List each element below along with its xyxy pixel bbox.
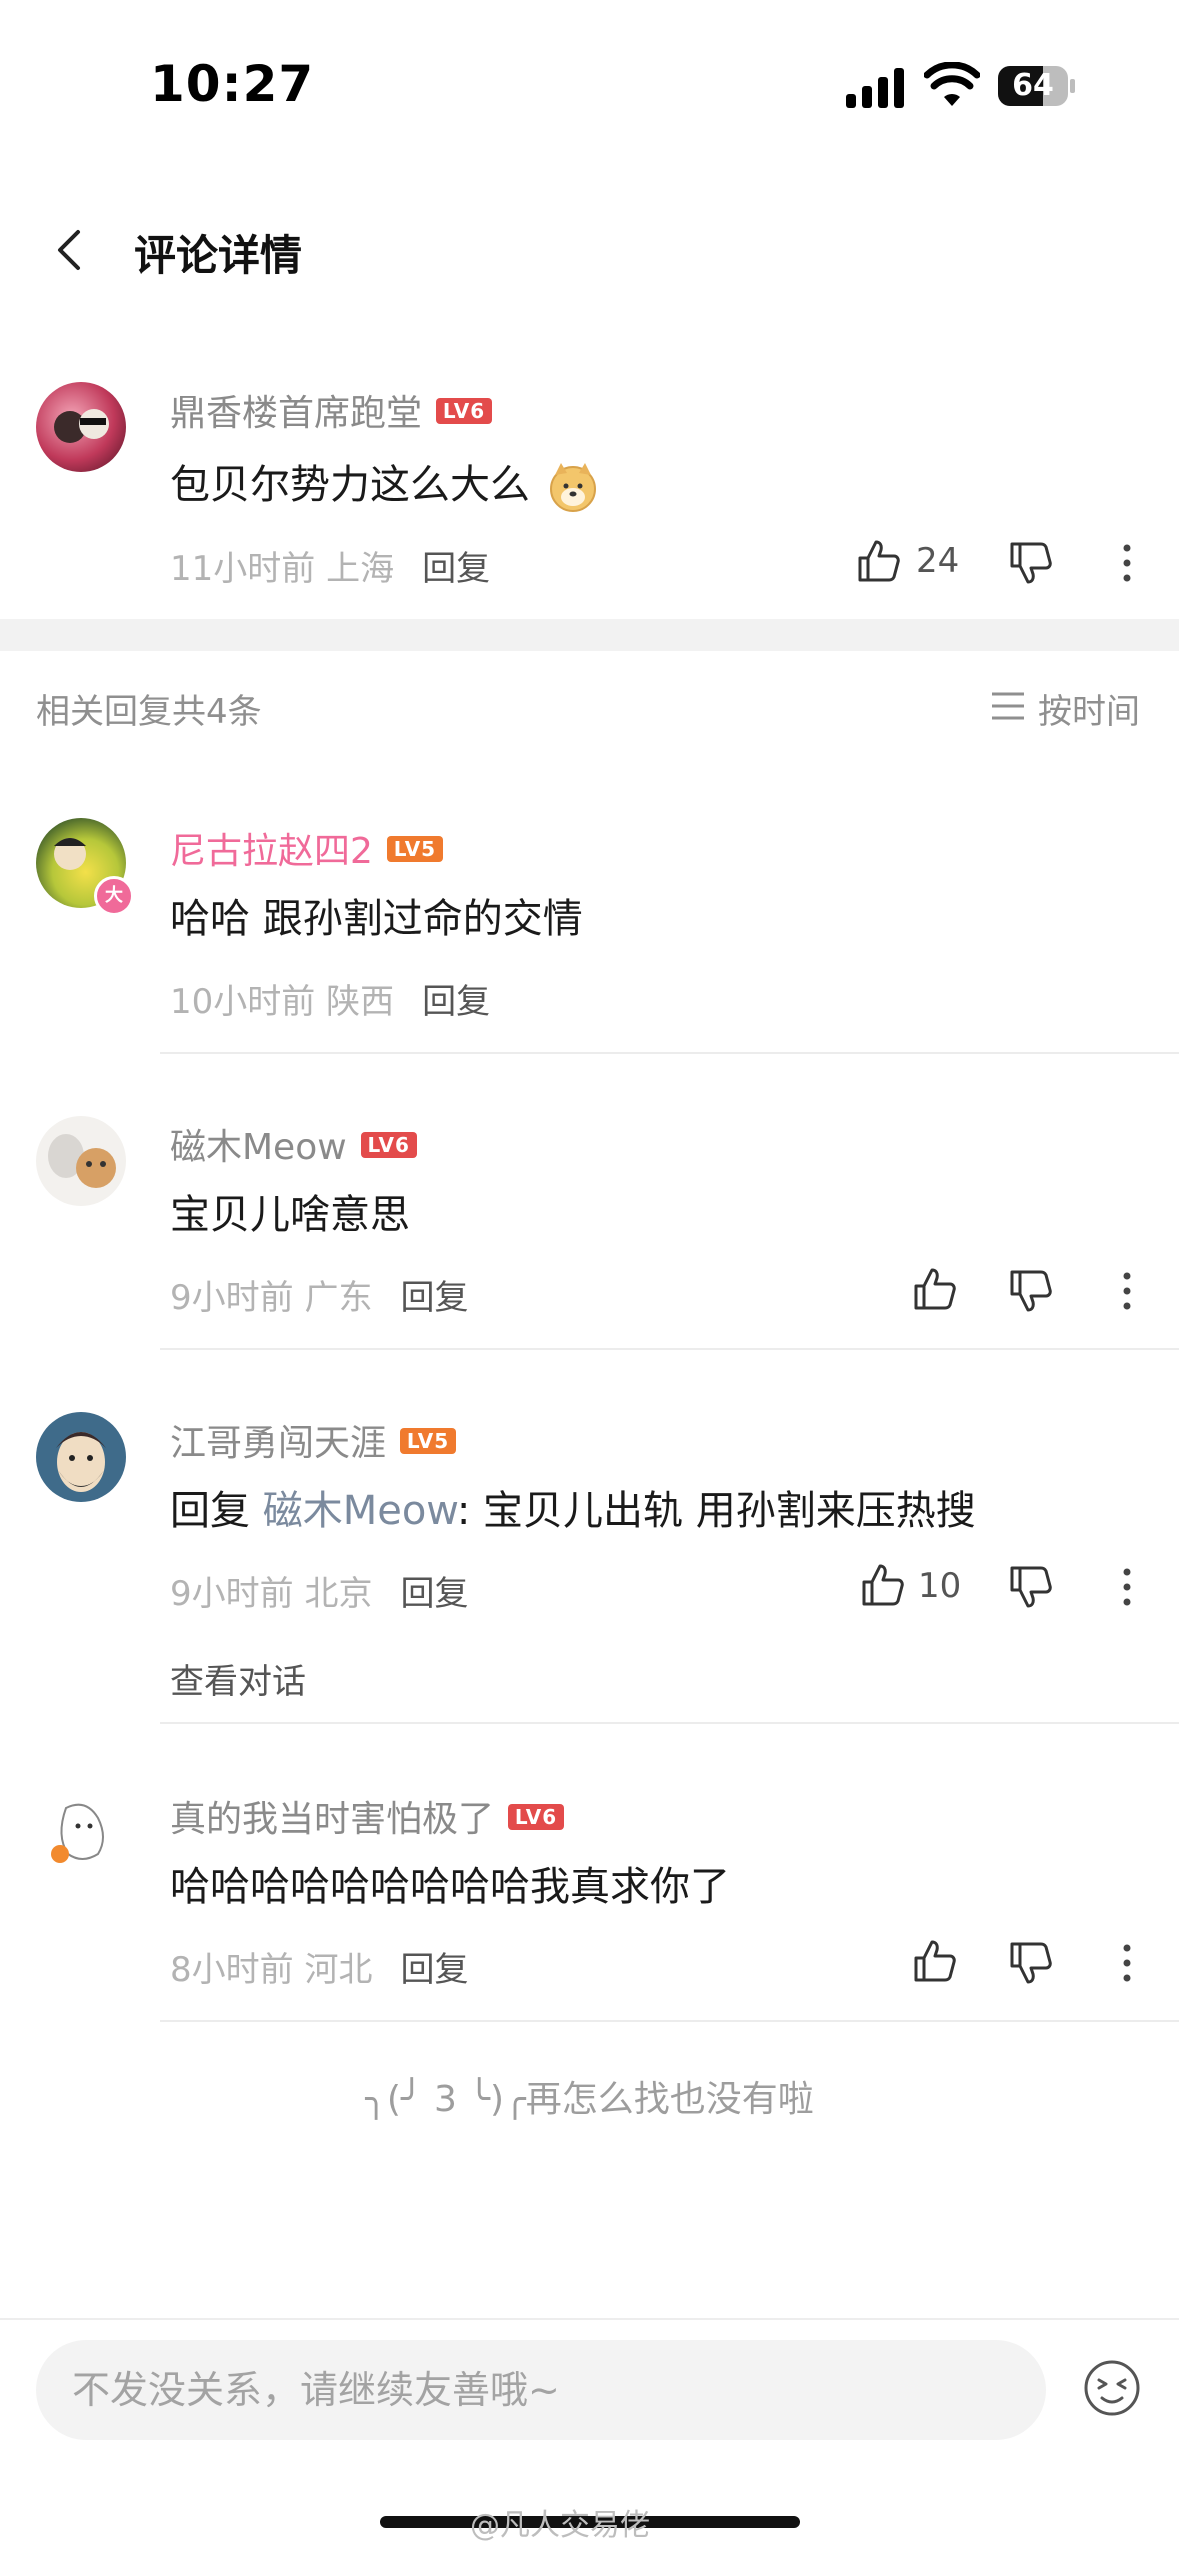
divider xyxy=(160,1052,1179,1054)
replies-count: 相关回复共4条 xyxy=(36,692,262,732)
comment-meta: 10小时前 陕西 回复 xyxy=(170,982,491,1022)
thumbs-up-icon[interactable] xyxy=(912,1938,958,1984)
end-of-list-note: ╮(╯ 3 ╰)╭再怎么找也没有啦 xyxy=(365,2079,814,2120)
reply-button[interactable]: 回复 xyxy=(400,1950,468,1990)
thumbs-down-icon[interactable] xyxy=(1008,1940,1054,1986)
thumbs-up-icon[interactable] xyxy=(912,1266,958,1312)
battery-percent: 64 xyxy=(1012,68,1054,103)
comment-text: 宝贝儿啥意思 xyxy=(170,1192,410,1238)
username[interactable]: 真的我当时害怕极了 LV6 xyxy=(170,1790,565,1842)
watermark: @凡人交易佬 xyxy=(470,2508,650,2543)
reply-button[interactable]: 回复 xyxy=(422,549,490,589)
reply-button[interactable]: 回复 xyxy=(422,982,490,1022)
reply-button[interactable]: 回复 xyxy=(400,1278,468,1318)
username[interactable]: 尼古拉赵四2 LV5 xyxy=(170,822,443,874)
like-count: 24 xyxy=(916,541,960,581)
level-badge: LV5 xyxy=(386,836,443,862)
avatar[interactable] xyxy=(36,1116,126,1206)
level-badge: LV6 xyxy=(508,1804,565,1830)
thumbs-down-icon[interactable] xyxy=(1008,540,1054,586)
comment-meta: 9小时前 北京 回复 xyxy=(170,1574,469,1614)
more-options-icon[interactable] xyxy=(1104,540,1150,586)
more-options-icon[interactable] xyxy=(1104,1564,1150,1610)
back-arrow-icon[interactable] xyxy=(46,220,96,280)
thumbs-up-icon[interactable] xyxy=(860,1562,906,1608)
comment-text: 哈哈 跟孙割过命的交情 xyxy=(170,896,583,942)
divider xyxy=(160,1348,1179,1350)
comment-meta: 11小时前 上海 回复 xyxy=(170,549,491,589)
comment-text: 回复 磁木Meow: 宝贝儿出轨 用孙割来压热搜 xyxy=(170,1488,976,1534)
thumbs-down-icon[interactable] xyxy=(1008,1268,1054,1314)
reply-button[interactable]: 回复 xyxy=(400,1574,468,1614)
input-bar-divider xyxy=(0,2318,1179,2320)
signal-icon xyxy=(846,66,906,108)
like-count: 10 xyxy=(918,1566,962,1606)
divider xyxy=(160,1722,1179,1724)
battery-icon: 64 xyxy=(998,66,1076,106)
section-divider xyxy=(0,619,1179,651)
avatar[interactable] xyxy=(36,1412,126,1502)
comment-text: 哈哈哈哈哈哈哈哈哈我真求你了 xyxy=(170,1864,730,1910)
avatar[interactable] xyxy=(36,1788,126,1878)
emoji-icon[interactable] xyxy=(1082,2358,1142,2418)
username[interactable]: 江哥勇闯天涯 LV5 xyxy=(170,1414,457,1466)
level-badge: LV6 xyxy=(436,398,493,424)
username[interactable]: 鼎香楼首席跑堂 LV6 xyxy=(170,384,493,436)
page-title: 评论详情 xyxy=(134,231,303,280)
view-conversation-link[interactable]: 查看对话 xyxy=(170,1654,306,1703)
more-options-icon[interactable] xyxy=(1104,1268,1150,1314)
thumbs-up-icon[interactable] xyxy=(856,538,902,584)
doge-emoji-icon xyxy=(549,463,596,512)
avatar[interactable] xyxy=(36,382,126,472)
comment-text: 包贝尔势力这么大么 xyxy=(170,452,599,513)
username[interactable]: 磁木Meow LV6 xyxy=(170,1118,417,1170)
comment-meta: 8小时前 河北 回复 xyxy=(170,1950,469,1990)
wifi-icon xyxy=(924,62,980,106)
more-options-icon[interactable] xyxy=(1104,1940,1150,1986)
level-badge: LV6 xyxy=(360,1132,417,1158)
comment-meta: 9小时前 广东 回复 xyxy=(170,1278,469,1318)
vip-badge: 大 xyxy=(94,876,134,916)
status-time: 10:27 xyxy=(150,55,315,113)
level-badge: LV5 xyxy=(400,1428,457,1454)
divider xyxy=(160,2020,1179,2022)
sort-button[interactable]: 按时间 xyxy=(1038,684,1140,733)
mention-link[interactable]: 磁木Meow xyxy=(263,1488,457,1534)
sort-icon[interactable] xyxy=(990,690,1026,722)
comment-input[interactable] xyxy=(36,2340,1046,2440)
thumbs-down-icon[interactable] xyxy=(1008,1564,1054,1610)
